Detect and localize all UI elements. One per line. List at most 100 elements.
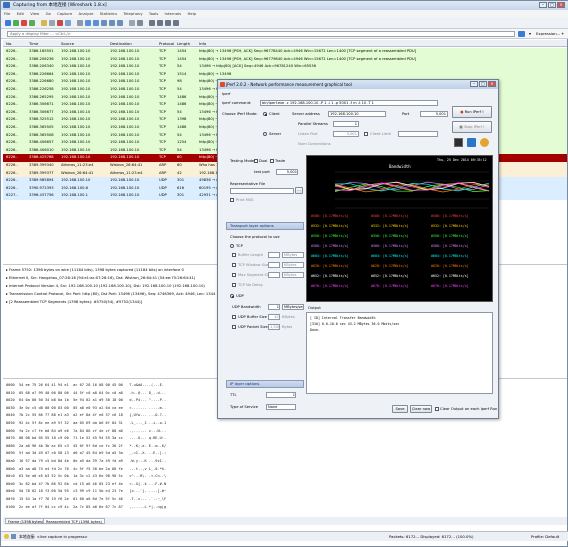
- hex-line[interactable]: 00c0 63 5e a0 e5 b3 52 5c 0b 1a 3c c2 43…: [6, 474, 166, 478]
- hex-line[interactable]: 0070 88 08 bd 05 55 18 c9 00 71 1e 52 45…: [6, 436, 166, 440]
- packet-row[interactable]: 6226.. 3386.206340 192.168.100.10 192.168.1…: [3, 63, 567, 71]
- column-no[interactable]: No.: [6, 41, 12, 46]
- client-radio[interactable]: [263, 112, 267, 116]
- udp-bandwidth-field[interactable]: 1: [268, 304, 280, 310]
- column-protocol[interactable]: Protocol: [159, 41, 174, 46]
- normal-size-icon[interactable]: [165, 20, 171, 26]
- udp-packet-field[interactable]: 1,500: [268, 324, 280, 330]
- packet-row[interactable]: 6226.. 3386.226664 192.168.100.10 192.168.1…: [3, 70, 567, 79]
- no-delay-checkbox[interactable]: [232, 283, 236, 287]
- tos-select[interactable]: None: [266, 404, 296, 410]
- mss-field[interactable]: [268, 272, 280, 278]
- save-config-icon[interactable]: [454, 138, 463, 147]
- hex-line[interactable]: 0040 7b 2c 55 66 77 88 e1 a3 a2 ef 8d 4f…: [6, 413, 166, 417]
- hex-line[interactable]: 00a0 16 57 da 79 c5 bd 8d 4b 0e a5 da 39…: [6, 459, 166, 463]
- dropdown-arrow-icon[interactable]: ▾: [527, 31, 533, 37]
- detail-ipv4[interactable]: ▸ Internet Protocol Version 4, Src: 192.…: [6, 284, 205, 288]
- menu-capture[interactable]: Capture: [57, 11, 72, 16]
- run-iperf-button[interactable]: ● Run IPerf !: [452, 106, 492, 118]
- find-packet-icon[interactable]: [77, 20, 83, 26]
- trade-checkbox[interactable]: [270, 159, 274, 163]
- hex-line[interactable]: 0060 fa 2c c7 fe b0 84 a9 e6 7a 84 86 cf…: [6, 429, 166, 433]
- window-size-unit[interactable]: KBytes: [282, 262, 304, 268]
- zoom-in-icon[interactable]: [149, 20, 155, 26]
- start-capture-icon[interactable]: [13, 20, 19, 26]
- stop-capture-icon[interactable]: [21, 20, 27, 26]
- hex-line[interactable]: 00e0 5d 78 02 18 f3 60 5d 95 c3 99 c9 11…: [6, 489, 166, 493]
- clear-each-checkbox[interactable]: [435, 407, 439, 411]
- resize-columns-icon[interactable]: [173, 20, 179, 26]
- first-packet-icon[interactable]: [109, 20, 115, 26]
- window-size-checkbox[interactable]: [232, 263, 236, 267]
- capture-file-icon[interactable]: [11, 534, 16, 539]
- menu-statistics[interactable]: Statistics: [100, 11, 117, 16]
- detail-ethernet[interactable]: ▸ Ethernet II, Src: Hangzhou_07:28:16 (9…: [6, 276, 195, 280]
- udp-bandwidth-unit[interactable]: MBytes/sec: [282, 304, 304, 310]
- zoom-out-icon[interactable]: [157, 20, 163, 26]
- server-address-field[interactable]: 192.168.100.10: [328, 111, 386, 117]
- dual-checkbox[interactable]: [254, 159, 258, 163]
- udp-packet-checkbox[interactable]: [232, 325, 236, 329]
- hex-line[interactable]: 00f0 15 54 1a f7 76 19 f6 2e 81 60 a0 8d…: [6, 497, 166, 501]
- tab-frame[interactable]: Frame (1398 bytes): [5, 518, 47, 524]
- column-source[interactable]: Source: [61, 41, 74, 46]
- test-port-field[interactable]: 5,001: [276, 169, 298, 175]
- hex-line[interactable]: 0020 64 0a 00 50 34 b8 0a 1b 5e 94 02 a1…: [6, 398, 166, 402]
- rep-file-browse-button[interactable]: ...: [295, 187, 303, 194]
- reload-icon[interactable]: [65, 20, 71, 26]
- menu-internals[interactable]: Internals: [165, 11, 182, 16]
- menu-analyze[interactable]: Analyze: [79, 11, 94, 16]
- jperf-close-button[interactable]: ×: [488, 81, 496, 87]
- tab-reassembled-tcp[interactable]: Reassembled TCP (1398 bytes): [43, 518, 105, 524]
- add-filter-icon[interactable]: +: [561, 31, 564, 36]
- maximize-button[interactable]: □: [548, 2, 556, 8]
- buffer-length-field[interactable]: [268, 252, 280, 258]
- port-field[interactable]: 5,001: [420, 111, 448, 117]
- hex-line[interactable]: 0050 92 4c 5f 8c ee a9 5f 32 aa 05 69 da…: [6, 421, 166, 425]
- status-profile[interactable]: Profile: Default: [531, 534, 559, 539]
- hex-line[interactable]: 0090 5f ad 3d 49 d7 c0 58 13 d0 a7 45 84…: [6, 451, 166, 455]
- hex-line[interactable]: 00b0 a3 aa a8 74 e4 fd 2c 76 4c 5f f5 30…: [6, 467, 166, 471]
- minimize-button[interactable]: –: [539, 2, 547, 8]
- menu-view[interactable]: View: [30, 11, 39, 16]
- hex-line[interactable]: 0080 2a a0 96 4b 3b ac 65 c3 45 0f 9f 6d…: [6, 444, 166, 448]
- go-back-icon[interactable]: [85, 20, 91, 26]
- iperf-tab[interactable]: Iperf: [222, 92, 231, 96]
- settings-icon[interactable]: [480, 138, 489, 147]
- expert-info-icon[interactable]: [4, 534, 9, 539]
- stop-iperf-button[interactable]: ■ Stop IPerf !: [452, 121, 492, 133]
- detail-frame[interactable]: ▸ Frame 5752: 1398 bytes on wire (11184 …: [6, 268, 184, 272]
- mss-checkbox[interactable]: [232, 273, 236, 277]
- packet-row[interactable]: 6226.. 3386.165551 192.168.100.10 192.168.1…: [3, 48, 567, 56]
- column-info[interactable]: Info: [199, 41, 206, 46]
- save-file-icon[interactable]: [49, 20, 55, 26]
- ttl-field[interactable]: 1: [266, 392, 296, 398]
- udp-buffer-field[interactable]: 41: [268, 314, 280, 320]
- buffer-length-checkbox[interactable]: [232, 253, 236, 257]
- go-forward-icon[interactable]: [93, 20, 99, 26]
- udp-radio[interactable]: [230, 294, 234, 298]
- hex-line[interactable]: 0030 3e 0c c5 d8 00 00 03 00 05 a8 e0 93…: [6, 406, 166, 410]
- apply-filter-icon[interactable]: [518, 31, 525, 37]
- restart-capture-icon[interactable]: [29, 20, 35, 26]
- server-radio[interactable]: [263, 132, 267, 136]
- udp-buffer-checkbox[interactable]: [232, 315, 236, 319]
- restore-defaults-icon[interactable]: [467, 138, 476, 147]
- detail-tcp[interactable]: ▸ Transmission Control Protocol, Src Por…: [6, 292, 215, 296]
- last-packet-icon[interactable]: [117, 20, 123, 26]
- jperf-minimize-button[interactable]: –: [470, 81, 478, 87]
- hex-line[interactable]: 0100 2c ee af 7f 04 cc c9 4c 2a 7c 05 a0…: [6, 505, 166, 509]
- clear-now-button[interactable]: Clear now: [410, 405, 432, 413]
- menu-tools[interactable]: Tools: [149, 11, 158, 16]
- go-to-packet-icon[interactable]: [101, 20, 107, 26]
- mss-unit[interactable]: KBytes: [282, 272, 304, 278]
- save-output-button[interactable]: Save: [392, 405, 408, 413]
- autoscroll-icon[interactable]: [137, 20, 143, 26]
- parallel-field[interactable]: 1: [333, 121, 359, 127]
- print-mss-checkbox[interactable]: [230, 198, 234, 202]
- menu-go[interactable]: Go: [46, 11, 51, 16]
- display-filter-input[interactable]: Apply a display filter ... <Ctrl-/>: [7, 31, 515, 37]
- menu-edit[interactable]: Edit: [17, 11, 24, 16]
- column-time[interactable]: Time: [29, 41, 38, 46]
- menu-file[interactable]: File: [4, 11, 10, 16]
